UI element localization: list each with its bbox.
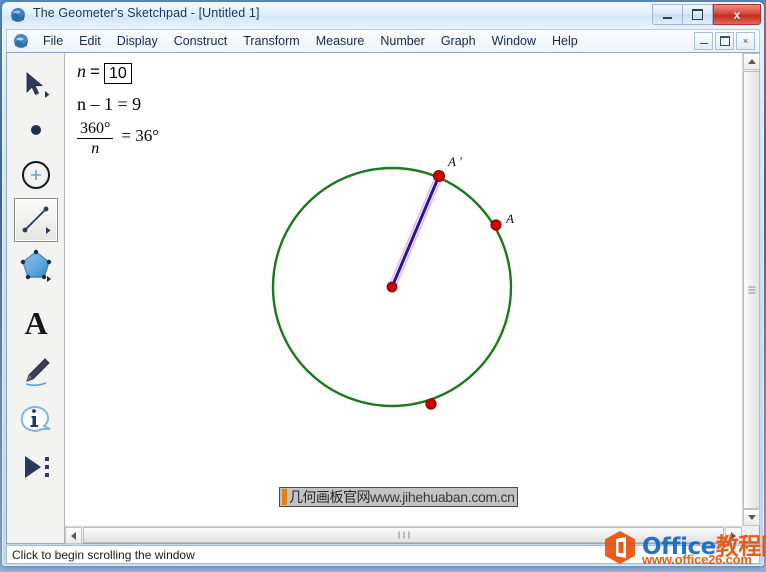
chevron-down-icon	[747, 515, 756, 520]
pen-icon	[25, 358, 50, 387]
menu-bar: File Edit Display Construct Transform Me…	[6, 29, 760, 53]
office26-watermark: Office教程网 www.office26.com	[596, 522, 766, 570]
scroll-grip-icon	[748, 285, 755, 296]
mdi-restore-button[interactable]	[715, 32, 734, 50]
menu-help[interactable]: Help	[544, 31, 586, 51]
mdi-window-controls: ×	[692, 32, 755, 50]
arrow-icon	[26, 72, 50, 98]
label-a-prime[interactable]: A ′	[447, 154, 462, 169]
straightedge-segment-tool[interactable]	[14, 198, 58, 242]
letter-a-icon: A	[24, 306, 47, 340]
radius-segment[interactable]	[390, 174, 441, 289]
vertical-scroll-thumb[interactable]	[743, 71, 760, 509]
circle-center-point[interactable]	[386, 281, 398, 293]
custom-tools[interactable]	[14, 445, 58, 489]
watermark-url-text: www.jihehuaban.com.cn	[370, 489, 515, 505]
scroll-left-button[interactable]	[65, 527, 82, 544]
pentagon-icon	[20, 249, 52, 282]
point-a[interactable]	[490, 219, 502, 231]
window-title: The Geometer's Sketchpad - [Untitled 1]	[33, 6, 260, 20]
scroll-up-button[interactable]	[743, 53, 760, 70]
window-maximize-button[interactable]	[683, 4, 713, 25]
vertical-scrollbar[interactable]	[742, 53, 760, 526]
chevron-up-icon	[747, 59, 756, 64]
point-on-circle[interactable]	[425, 398, 437, 410]
text-tool[interactable]: A	[14, 301, 58, 345]
window-controls: x	[652, 4, 761, 25]
arrow-select-tool[interactable]	[14, 63, 58, 107]
watermark-accent-bar	[282, 489, 287, 505]
point-a-prime[interactable]	[432, 170, 445, 183]
menu-edit[interactable]: Edit	[71, 31, 109, 51]
play-triangle-icon	[25, 456, 49, 478]
menu-file[interactable]: File	[35, 31, 71, 51]
label-a[interactable]: A	[505, 211, 514, 226]
title-bar: The Geometer's Sketchpad - [Untitled 1] …	[2, 2, 764, 28]
menu-graph[interactable]: Graph	[433, 31, 484, 51]
geometry-figure: A ′ A	[271, 154, 514, 410]
line-segment-icon	[22, 206, 51, 234]
sketch-canvas[interactable]: n = 10 n – 1 = 9 360° n = 36° A ′ A 几何画板…	[65, 53, 742, 526]
status-message: Click to begin scrolling the window	[12, 547, 195, 562]
menu-measure[interactable]: Measure	[308, 31, 373, 51]
menu-display[interactable]: Display	[109, 31, 166, 51]
chevron-left-icon	[71, 531, 76, 540]
mdi-minimize-button[interactable]	[694, 32, 713, 50]
compass-circle-tool[interactable]	[14, 153, 58, 197]
info-bubble-icon	[20, 406, 51, 432]
window-close-button[interactable]: x	[713, 4, 761, 25]
sketchpad-icon	[11, 8, 25, 22]
document-icon[interactable]	[13, 33, 29, 49]
circle-icon	[22, 161, 50, 189]
watermark-chinese-text: 几何画板官网	[289, 490, 371, 506]
window-minimize-button[interactable]	[652, 4, 683, 25]
menu-window[interactable]: Window	[484, 31, 544, 51]
tool-palette: A	[7, 53, 65, 543]
office-logo-icon	[605, 531, 635, 564]
canvas-watermark: 几何画板官网 www.jihehuaban.com.cn	[279, 487, 518, 507]
application-window: The Geometer's Sketchpad - [Untitled 1] …	[2, 2, 764, 566]
marker-tool[interactable]	[14, 349, 58, 393]
information-tool[interactable]	[14, 397, 58, 441]
office-watermark-url: www.office26.com	[642, 552, 752, 567]
menu-construct[interactable]: Construct	[166, 31, 236, 51]
polygon-tool[interactable]	[14, 243, 58, 287]
mdi-close-button[interactable]: ×	[736, 32, 755, 50]
document-client-area: A n = 10 n – 1 = 9 360° n = 36° A ′ A 几何…	[6, 52, 760, 544]
app-root: The Geometer's Sketchpad - [Untitled 1] …	[0, 0, 766, 572]
menu-number[interactable]: Number	[372, 31, 432, 51]
menu-transform[interactable]: Transform	[235, 31, 308, 51]
point-tool[interactable]	[14, 108, 58, 152]
scroll-grip-icon	[396, 531, 411, 539]
svg-text:A: A	[24, 306, 47, 340]
point-icon	[31, 125, 41, 135]
